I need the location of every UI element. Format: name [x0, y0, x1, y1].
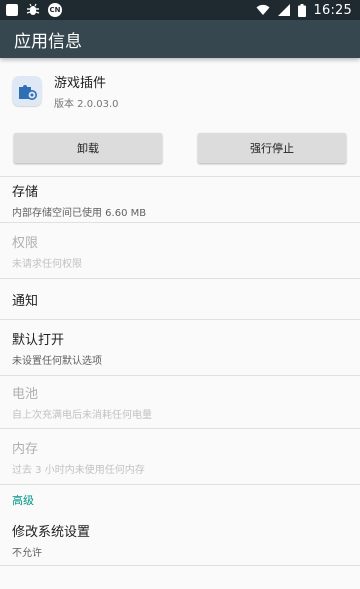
item-subtitle: 未请求任何权限 — [12, 258, 82, 270]
app-info: 游戏插件 版本 2.0.03.0 — [54, 72, 119, 110]
item-title: 默认打开 — [12, 332, 65, 348]
status-bar: CN 16:25 — [0, 0, 360, 20]
divider — [0, 565, 360, 566]
advanced-section-header: 高级 — [0, 484, 360, 514]
battery-icon — [297, 3, 306, 17]
status-time: 16:25 — [313, 2, 352, 18]
puzzle-gear-icon — [12, 76, 42, 106]
app-name: 游戏插件 — [54, 76, 107, 91]
page-title: 应用信息 — [14, 31, 82, 52]
item-subtitle: 自上次充满电后未消耗任何电量 — [12, 410, 152, 421]
permissions-item: 权限 未请求任何权限 — [0, 222, 360, 278]
item-title: 存储 — [12, 184, 39, 200]
open-by-default-item[interactable]: 默认打开 未设置任何默认选项 — [0, 319, 360, 375]
status-left: CN — [6, 3, 62, 17]
app-header: 游戏插件 版本 2.0.03.0 — [0, 58, 360, 124]
bug-icon — [26, 3, 40, 17]
item-title: 通知 — [12, 293, 39, 309]
item-subtitle: 过去 3 小时内未使用任何内存 — [12, 464, 145, 476]
item-title: 内存 — [12, 441, 39, 457]
wifi-icon — [256, 4, 270, 16]
item-title: 电池 — [12, 387, 39, 402]
item-subtitle: 不允许 — [12, 547, 42, 559]
item-title: 权限 — [12, 235, 39, 251]
status-right: 16:25 — [256, 3, 352, 18]
notifications-item[interactable]: 通知 — [0, 278, 360, 319]
item-subtitle: 未设置任何默认选项 — [12, 355, 102, 367]
signal-icon — [277, 4, 290, 16]
storage-item[interactable]: 存储 内部存储空间已使用 6.60 MB — [0, 176, 360, 222]
item-subtitle: 内部存储空间已使用 6.60 MB — [12, 207, 147, 219]
item-title: 修改系统设置 — [12, 524, 91, 540]
memory-item: 内存 过去 3 小时内未使用任何内存 — [0, 428, 360, 484]
app-bar: 应用信息 — [0, 20, 360, 58]
force-stop-button[interactable]: 强行停止 — [198, 133, 346, 163]
uninstall-button[interactable]: 卸载 — [14, 133, 162, 163]
modify-system-settings-item[interactable]: 修改系统设置 不允许 — [0, 514, 360, 565]
app-version: 版本 2.0.03.0 — [54, 99, 119, 110]
notification-square-icon — [6, 4, 18, 16]
action-buttons: 卸载 强行停止 — [0, 124, 360, 176]
battery-item: 电池 自上次充满电后未消耗任何电量 — [0, 375, 360, 428]
cn-badge-icon: CN — [48, 3, 62, 17]
